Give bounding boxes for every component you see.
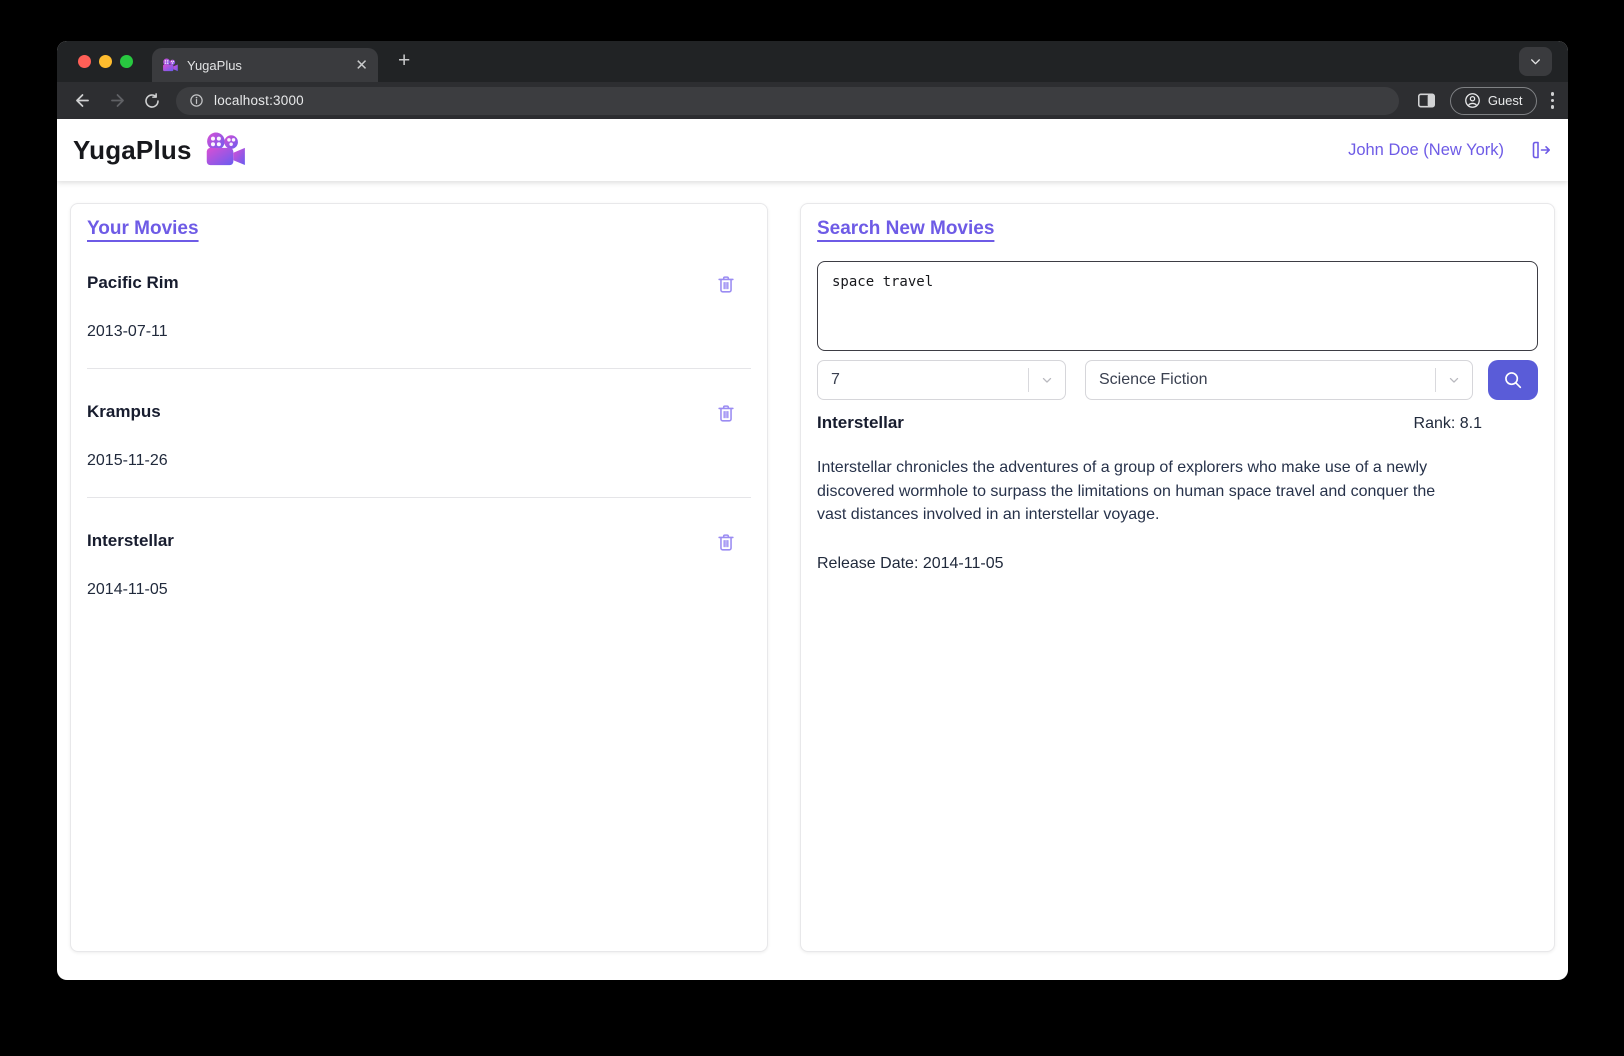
profile-button[interactable]: Guest — [1450, 87, 1537, 115]
site-info-icon[interactable] — [189, 93, 204, 108]
app-header: YugaPlus John Doe (New York) — [57, 119, 1568, 181]
movie-date: 2014-11-05 — [87, 581, 751, 599]
chevron-down-icon — [1029, 373, 1065, 387]
favicon-movie-camera-icon — [162, 58, 179, 73]
tab-yugaplus[interactable]: YugaPlus ✕ — [152, 48, 378, 82]
search-icon — [1502, 369, 1524, 391]
movie-title: Pacific Rim — [87, 273, 179, 293]
search-controls: 7 Science Fiction — [817, 360, 1538, 400]
user-name-link[interactable]: John Doe (New York) — [1348, 141, 1504, 160]
url-text: localhost:3000 — [214, 93, 304, 108]
logout-icon[interactable] — [1528, 138, 1552, 162]
browser-menu-button[interactable] — [1551, 92, 1555, 109]
toolbar-right: Guest — [1417, 87, 1554, 115]
tab-search-chevron-button[interactable] — [1519, 47, 1552, 76]
minimize-window-button[interactable] — [99, 55, 112, 68]
chevron-down-icon — [1436, 373, 1472, 387]
movie-camera-logo-icon — [204, 132, 248, 169]
app-logo-text: YugaPlus — [73, 135, 192, 166]
movie-row: Interstellar 2014-11-05 — [87, 531, 751, 626]
url-bar[interactable]: localhost:3000 — [176, 87, 1399, 115]
zoom-window-button[interactable] — [120, 55, 133, 68]
movie-row: Pacific Rim 2013-07-11 — [87, 273, 751, 369]
trash-icon — [715, 402, 737, 424]
search-panel: Search New Movies space travel 7 Science… — [800, 203, 1555, 952]
tab-close-icon[interactable]: ✕ — [355, 58, 368, 73]
movie-date: 2015-11-26 — [87, 452, 751, 470]
rank-select[interactable]: 7 — [817, 360, 1066, 400]
search-title[interactable]: Search New Movies — [817, 218, 994, 240]
back-button[interactable] — [71, 90, 93, 112]
your-movies-panel: Your Movies Pacific Rim 2013-07-11 Kramp… — [70, 203, 768, 952]
your-movies-title[interactable]: Your Movies — [87, 218, 199, 240]
chevron-down-icon — [1529, 55, 1542, 68]
delete-movie-button[interactable] — [715, 531, 737, 553]
tab-strip: YugaPlus ✕ + — [57, 41, 1568, 82]
new-tab-button[interactable]: + — [398, 51, 410, 71]
result-rank: Rank: 8.1 — [1414, 415, 1482, 433]
result-release-date: Release Date: 2014-11-05 — [817, 555, 1482, 573]
search-result: Interstellar Rank: 8.1 Interstellar chro… — [817, 413, 1538, 573]
result-description: Interstellar chronicles the adventures o… — [817, 456, 1465, 527]
forward-button[interactable] — [106, 90, 128, 112]
main-content: Your Movies Pacific Rim 2013-07-11 Kramp… — [57, 181, 1568, 952]
search-button[interactable] — [1488, 360, 1538, 400]
movie-date: 2013-07-11 — [87, 323, 751, 341]
traffic-lights — [78, 55, 133, 68]
guest-label: Guest — [1488, 93, 1523, 108]
trash-icon — [715, 531, 737, 553]
movie-title: Krampus — [87, 402, 161, 422]
tab-title: YugaPlus — [187, 58, 347, 73]
delete-movie-button[interactable] — [715, 273, 737, 295]
browser-window: YugaPlus ✕ + localhost:3000 Gues — [57, 41, 1568, 980]
guest-avatar-icon — [1464, 92, 1481, 109]
browser-toolbar: localhost:3000 Guest — [57, 82, 1568, 119]
reload-button[interactable] — [141, 90, 163, 112]
delete-movie-button[interactable] — [715, 402, 737, 424]
close-window-button[interactable] — [78, 55, 91, 68]
search-query-input[interactable]: space travel — [817, 261, 1538, 351]
side-panel-icon[interactable] — [1417, 92, 1436, 109]
category-select[interactable]: Science Fiction — [1085, 360, 1473, 400]
trash-icon — [715, 273, 737, 295]
result-movie-title: Interstellar — [817, 413, 904, 433]
movie-row: Krampus 2015-11-26 — [87, 402, 751, 498]
movie-title: Interstellar — [87, 531, 174, 551]
